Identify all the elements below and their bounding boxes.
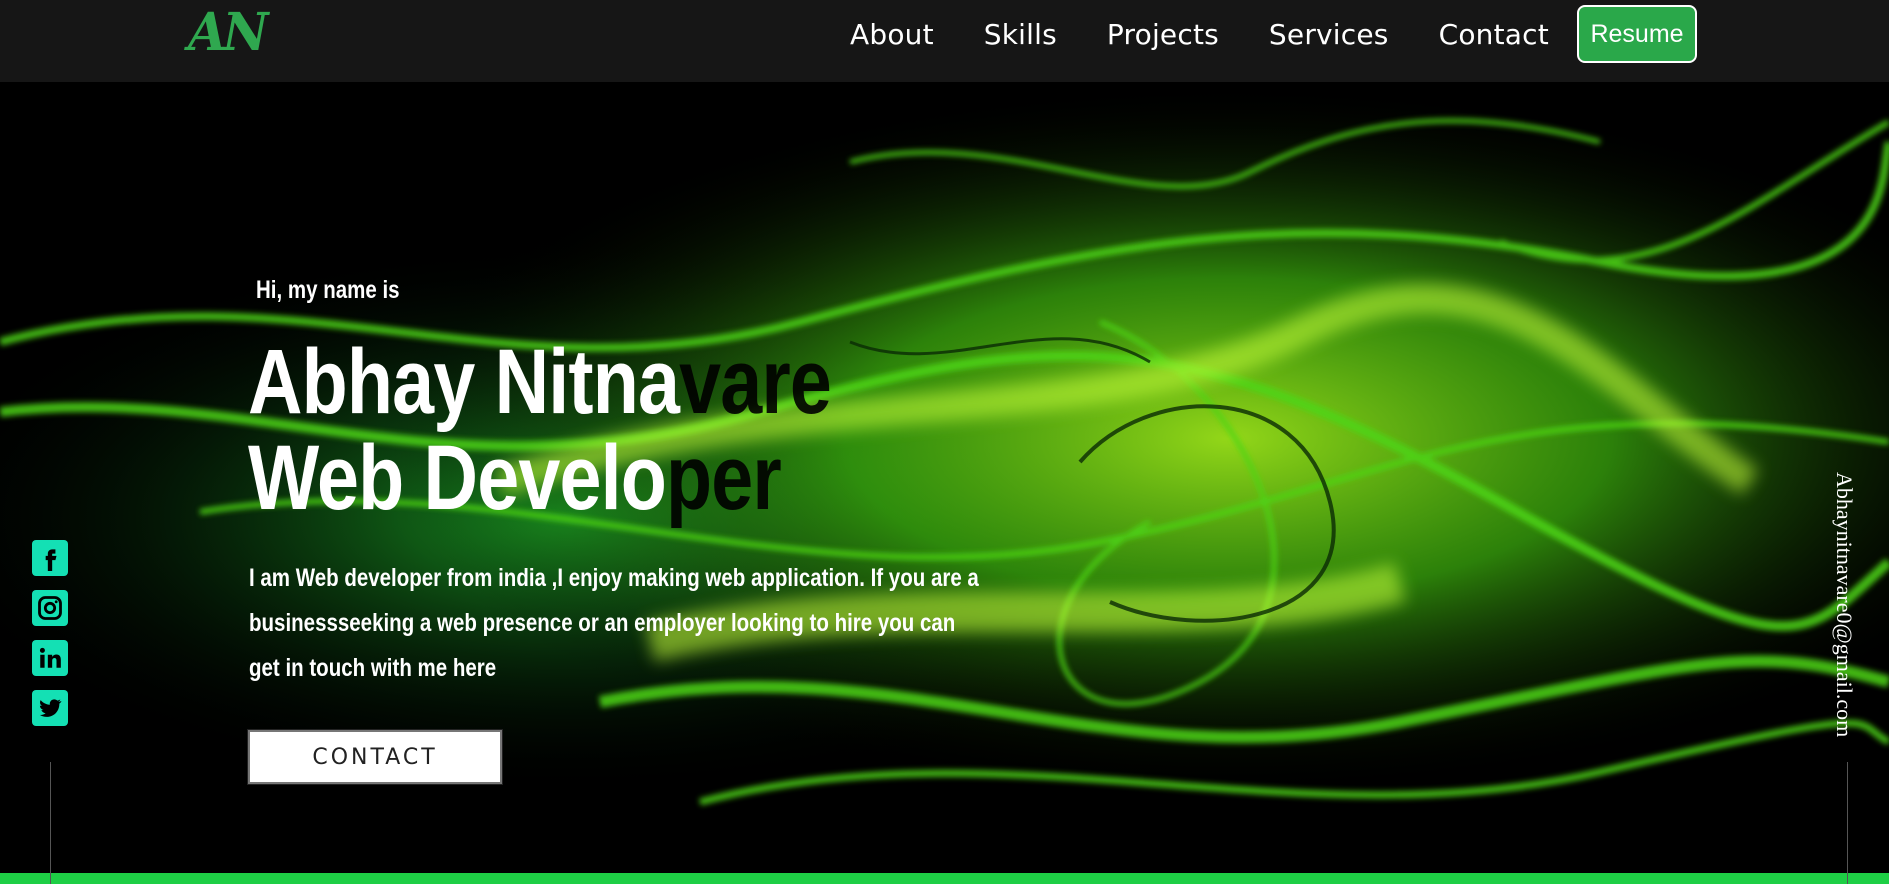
hero-role: Web Developer (248, 432, 782, 524)
social-divider-line (50, 762, 51, 884)
bottom-accent-bar (0, 873, 1889, 884)
logo[interactable]: AN (188, 1, 268, 63)
hero-role-typed: Web Develo (248, 427, 667, 529)
nav-link-projects[interactable]: Projects (1107, 18, 1219, 52)
hero-name: Abhay Nitnavare (248, 336, 832, 428)
hero-bio: I am Web developer from india ,I enjoy m… (249, 564, 979, 682)
email-divider-line (1847, 762, 1848, 884)
greeting-text: Hi, my name is (256, 276, 400, 304)
nav-link-skills[interactable]: Skills (984, 18, 1057, 52)
nav-link-contact[interactable]: Contact (1439, 18, 1549, 52)
email-link[interactable]: Abhaynitnavare0@gmail.com (1831, 472, 1857, 737)
hero-name-typed: Abhay Nitna (248, 331, 680, 433)
contact-button[interactable]: CONTACT (248, 730, 502, 784)
resume-button[interactable]: Resume (1577, 5, 1697, 63)
instagram-icon[interactable] (32, 590, 68, 626)
nav-link-about[interactable]: About (850, 18, 934, 52)
twitter-icon[interactable] (32, 690, 68, 726)
social-links (32, 540, 68, 740)
hero-section: Hi, my name is Abhay Nitnavare Web Devel… (0, 82, 1889, 874)
hero-role-remaining: per (666, 427, 782, 529)
nav-links: About Skills Projects Services Contact (850, 18, 1599, 52)
linkedin-icon[interactable] (32, 640, 68, 676)
navbar: AN About Skills Projects Services Contac… (0, 0, 1889, 82)
nav-link-services[interactable]: Services (1269, 18, 1389, 52)
facebook-icon[interactable] (32, 540, 68, 576)
hero-name-remaining: vare (679, 331, 832, 433)
